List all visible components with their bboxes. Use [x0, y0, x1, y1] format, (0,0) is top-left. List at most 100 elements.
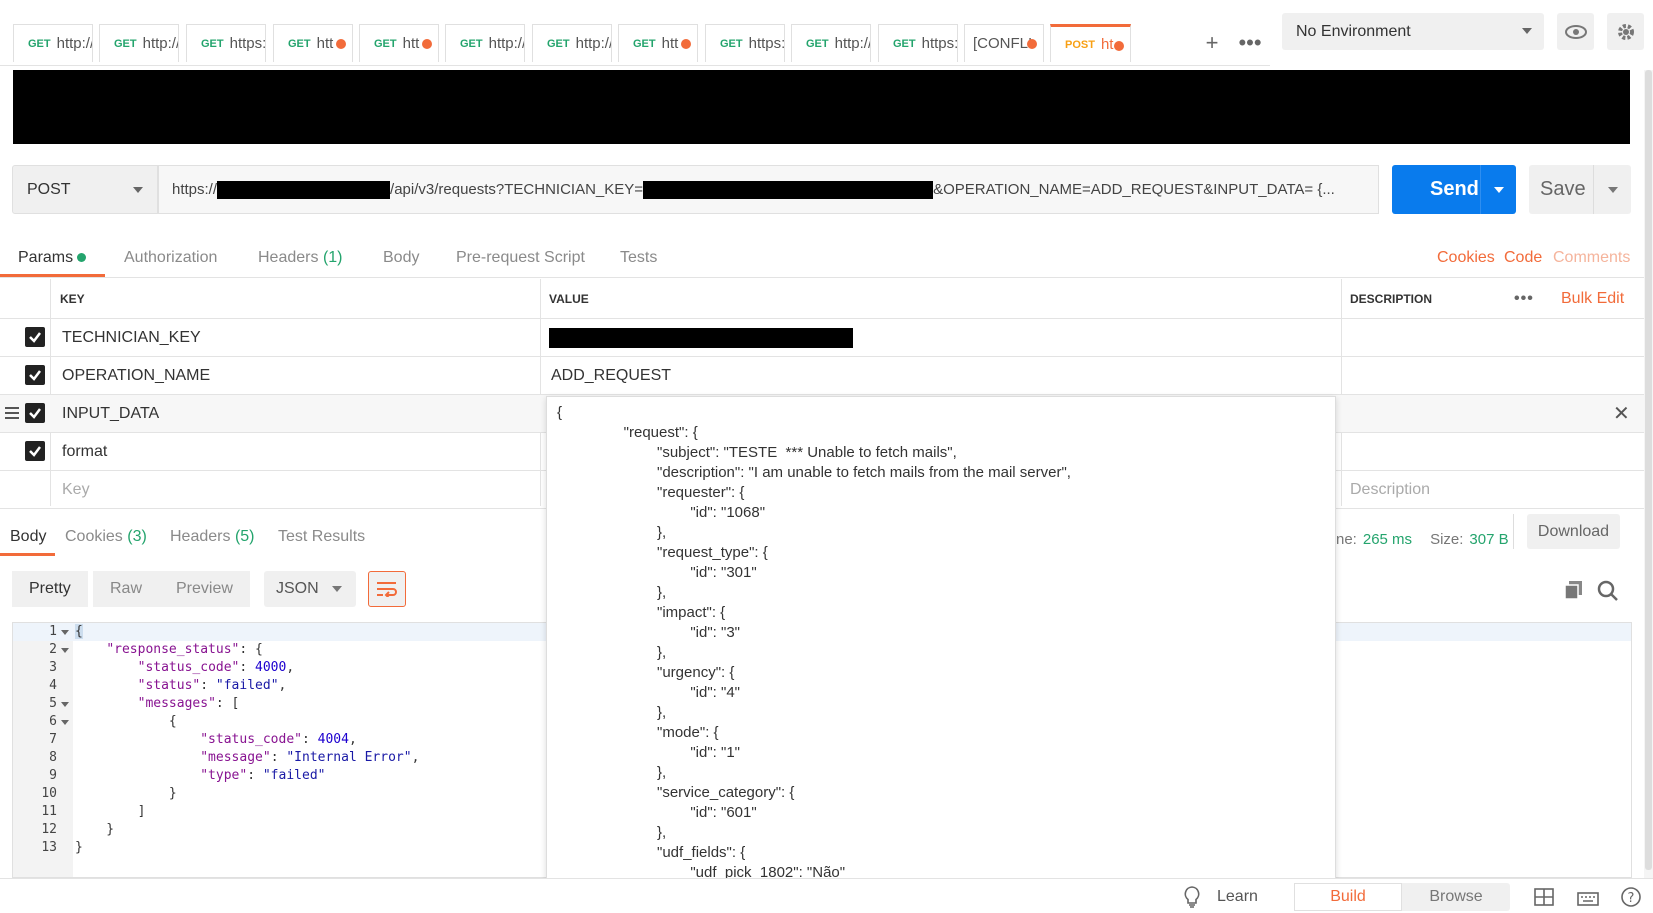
- page-scrollbar[interactable]: [1644, 70, 1653, 878]
- tab-url: https:/: [748, 35, 785, 52]
- tooltip-line: "id": "1068": [557, 504, 766, 521]
- code-line: }: [75, 840, 83, 855]
- param-value[interactable]: ADD_REQUEST: [551, 357, 671, 394]
- new-description-input[interactable]: Description: [1350, 471, 1430, 508]
- view-raw-button[interactable]: Raw: [93, 571, 160, 607]
- request-tab[interactable]: GET htt: [618, 24, 698, 62]
- save-options-chevron-icon[interactable]: [1593, 165, 1631, 214]
- tooltip-line: "description": "I am unable to fetch mai…: [557, 464, 1071, 481]
- param-key[interactable]: format: [62, 433, 107, 470]
- tab-overflow-menu-icon[interactable]: •••: [1232, 24, 1268, 62]
- row-checkbox[interactable]: [25, 441, 45, 461]
- input-data-tooltip: { "request": { "subject": "TESTE *** Una…: [546, 396, 1336, 913]
- row-checkbox[interactable]: [25, 327, 45, 347]
- keyboard-shortcuts-icon[interactable]: [1576, 885, 1600, 909]
- response-tab-test-results[interactable]: Test Results: [278, 528, 365, 546]
- view-preview-button[interactable]: Preview: [159, 571, 250, 607]
- fold-toggle-icon[interactable]: [61, 702, 69, 707]
- tab-authorization[interactable]: Authorization: [124, 249, 217, 267]
- tab-prerequest-script[interactable]: Pre-request Script: [456, 249, 585, 267]
- svg-text:?: ?: [1628, 891, 1635, 906]
- tab-method: POST: [1065, 38, 1095, 51]
- bulk-edit-link[interactable]: Bulk Edit: [1561, 279, 1624, 319]
- new-key-input[interactable]: Key: [62, 471, 90, 508]
- param-value[interactable]: [549, 319, 853, 356]
- url-path: /api/v3/requests?TECHNICIAN_KEY=: [390, 181, 644, 198]
- download-button[interactable]: Download: [1527, 514, 1620, 549]
- request-tab[interactable]: GET http://: [13, 24, 93, 62]
- fold-toggle-icon[interactable]: [61, 630, 69, 635]
- tab-method: GET: [806, 37, 829, 50]
- request-tab[interactable]: GET https:/: [705, 24, 785, 62]
- request-tab[interactable]: GET https:/: [878, 24, 958, 62]
- method-label: POST: [27, 180, 71, 198]
- response-tabs: Body Cookies (3) Headers (5) Test Result…: [0, 520, 546, 558]
- url-input[interactable]: https:// /api/v3/requests?TECHNICIAN_KEY…: [158, 165, 1379, 214]
- row-checkbox[interactable]: [25, 403, 45, 423]
- tab-method: GET: [720, 37, 743, 50]
- request-tab[interactable]: GET https:/: [186, 24, 266, 62]
- tooltip-line: },: [557, 584, 667, 601]
- drag-handle-icon[interactable]: [5, 407, 19, 419]
- redacted-key: [643, 180, 934, 199]
- fold-toggle-icon[interactable]: [61, 720, 69, 725]
- help-icon[interactable]: ?: [1619, 885, 1643, 909]
- table-options-icon[interactable]: •••: [1514, 279, 1534, 319]
- eye-icon[interactable]: [1557, 13, 1594, 50]
- delete-row-icon[interactable]: ✕: [1613, 395, 1630, 432]
- learn-button[interactable]: Learn: [1183, 886, 1258, 908]
- new-tab-button[interactable]: +: [1194, 24, 1230, 62]
- chevron-down-icon: [133, 187, 143, 193]
- tab-params[interactable]: Params: [18, 249, 87, 267]
- wrap-lines-icon[interactable]: [368, 571, 406, 607]
- param-key[interactable]: TECHNICIAN_KEY: [62, 319, 201, 356]
- tooltip-line: "request_type": {: [557, 544, 768, 561]
- tooltip-line: "service_category": {: [557, 784, 795, 801]
- response-tab-body[interactable]: Body: [10, 528, 46, 546]
- two-pane-view-icon[interactable]: [1532, 885, 1556, 909]
- tab-headers[interactable]: Headers (1): [258, 249, 343, 267]
- request-tab[interactable]: GET http://: [99, 24, 179, 62]
- tab-body[interactable]: Body: [383, 249, 419, 267]
- request-tab[interactable]: [CONFLI: [964, 24, 1044, 62]
- gear-icon[interactable]: [1607, 13, 1644, 50]
- tab-tests[interactable]: Tests: [620, 249, 657, 267]
- request-tab[interactable]: POST ht: [1050, 24, 1131, 62]
- send-button[interactable]: Send: [1392, 165, 1516, 214]
- key-header: KEY: [60, 292, 85, 306]
- response-tab-headers[interactable]: Headers (5): [170, 528, 255, 546]
- tooltip-line: },: [557, 824, 667, 841]
- code-line: {: [75, 714, 177, 729]
- copy-icon[interactable]: [1564, 580, 1584, 600]
- browse-mode-button[interactable]: Browse: [1402, 883, 1510, 911]
- unsaved-dot-icon: [681, 39, 691, 49]
- search-icon[interactable]: [1597, 580, 1619, 602]
- table-row: TECHNICIAN_KEY: [0, 319, 1653, 357]
- tab-url: http://: [142, 35, 179, 52]
- view-pretty-button[interactable]: Pretty: [12, 571, 88, 607]
- param-key[interactable]: OPERATION_NAME: [62, 357, 210, 394]
- code-line: "status_code": 4004,: [200, 732, 357, 747]
- request-tab[interactable]: GET htt: [273, 24, 353, 62]
- build-mode-button[interactable]: Build: [1294, 883, 1402, 911]
- fold-toggle-icon[interactable]: [61, 648, 69, 653]
- request-tab[interactable]: GET http://: [445, 24, 525, 62]
- save-button[interactable]: Save: [1529, 165, 1631, 214]
- cookies-link[interactable]: Cookies: [1437, 249, 1495, 267]
- send-options-chevron-icon[interactable]: [1480, 165, 1516, 214]
- comments-link[interactable]: Comments: [1553, 249, 1630, 267]
- tab-url: http://: [834, 35, 871, 52]
- environment-selector[interactable]: No Environment: [1282, 13, 1544, 50]
- tab-method: GET: [460, 37, 483, 50]
- format-select[interactable]: JSON: [264, 571, 356, 607]
- row-checkbox[interactable]: [25, 365, 45, 385]
- method-select[interactable]: POST: [12, 165, 158, 214]
- param-key[interactable]: INPUT_DATA: [62, 395, 159, 432]
- request-tab[interactable]: GET http://: [532, 24, 612, 62]
- code-link[interactable]: Code: [1504, 249, 1542, 267]
- line-number: 5: [49, 696, 57, 711]
- response-tab-cookies[interactable]: Cookies (3): [65, 528, 147, 546]
- request-tab[interactable]: GET htt: [359, 24, 439, 62]
- tab-url: https:/: [229, 35, 266, 52]
- request-tab[interactable]: GET http://: [791, 24, 871, 62]
